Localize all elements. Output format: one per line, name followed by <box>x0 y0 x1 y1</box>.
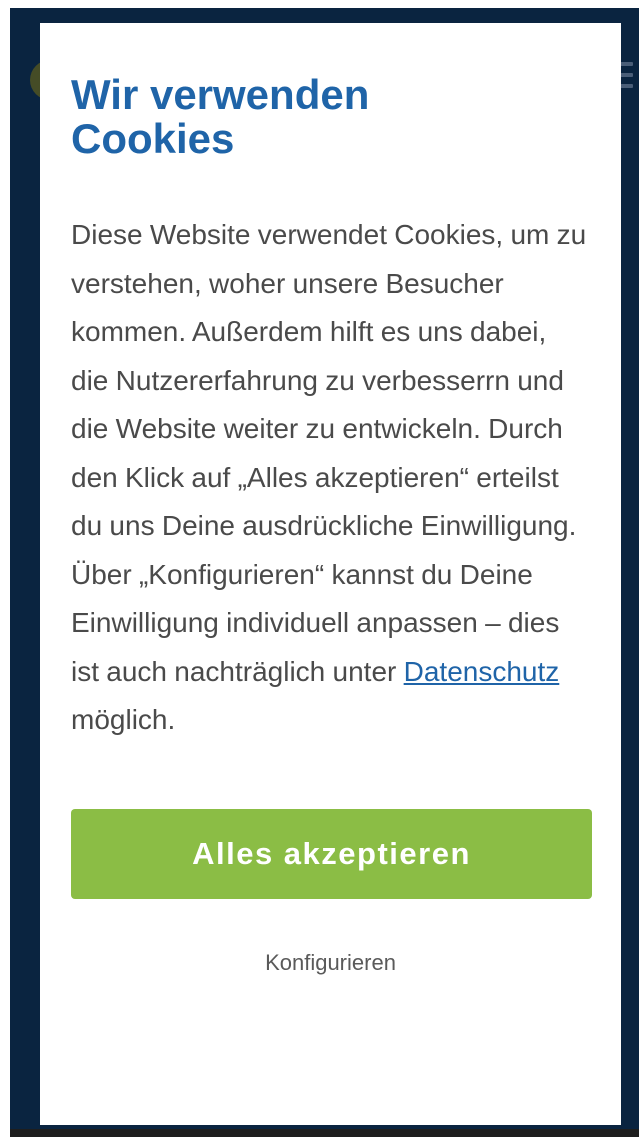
cookie-dialog-title: Wir verwenden Cookies <box>71 73 590 161</box>
cookie-dialog-description: Diese Website verwendet Cookies, um zu v… <box>71 211 590 745</box>
cookie-dialog-title-line2: Cookies <box>71 115 235 162</box>
cookie-consent-dialog: Wir verwenden Cookies Diese Website verwe… <box>40 23 621 1125</box>
privacy-policy-link[interactable]: Datenschutz <box>404 656 560 687</box>
cookie-dialog-text: Diese Website verwendet Cookies, um zu v… <box>71 219 587 687</box>
page-footer-strip <box>10 1129 639 1137</box>
cookie-dialog-title-line1: Wir verwenden <box>71 71 370 118</box>
accept-all-button[interactable]: Alles akzeptieren <box>71 808 592 899</box>
cookie-dialog-text-end: möglich. <box>71 704 176 735</box>
configure-button[interactable]: Konfigurieren <box>265 950 396 976</box>
